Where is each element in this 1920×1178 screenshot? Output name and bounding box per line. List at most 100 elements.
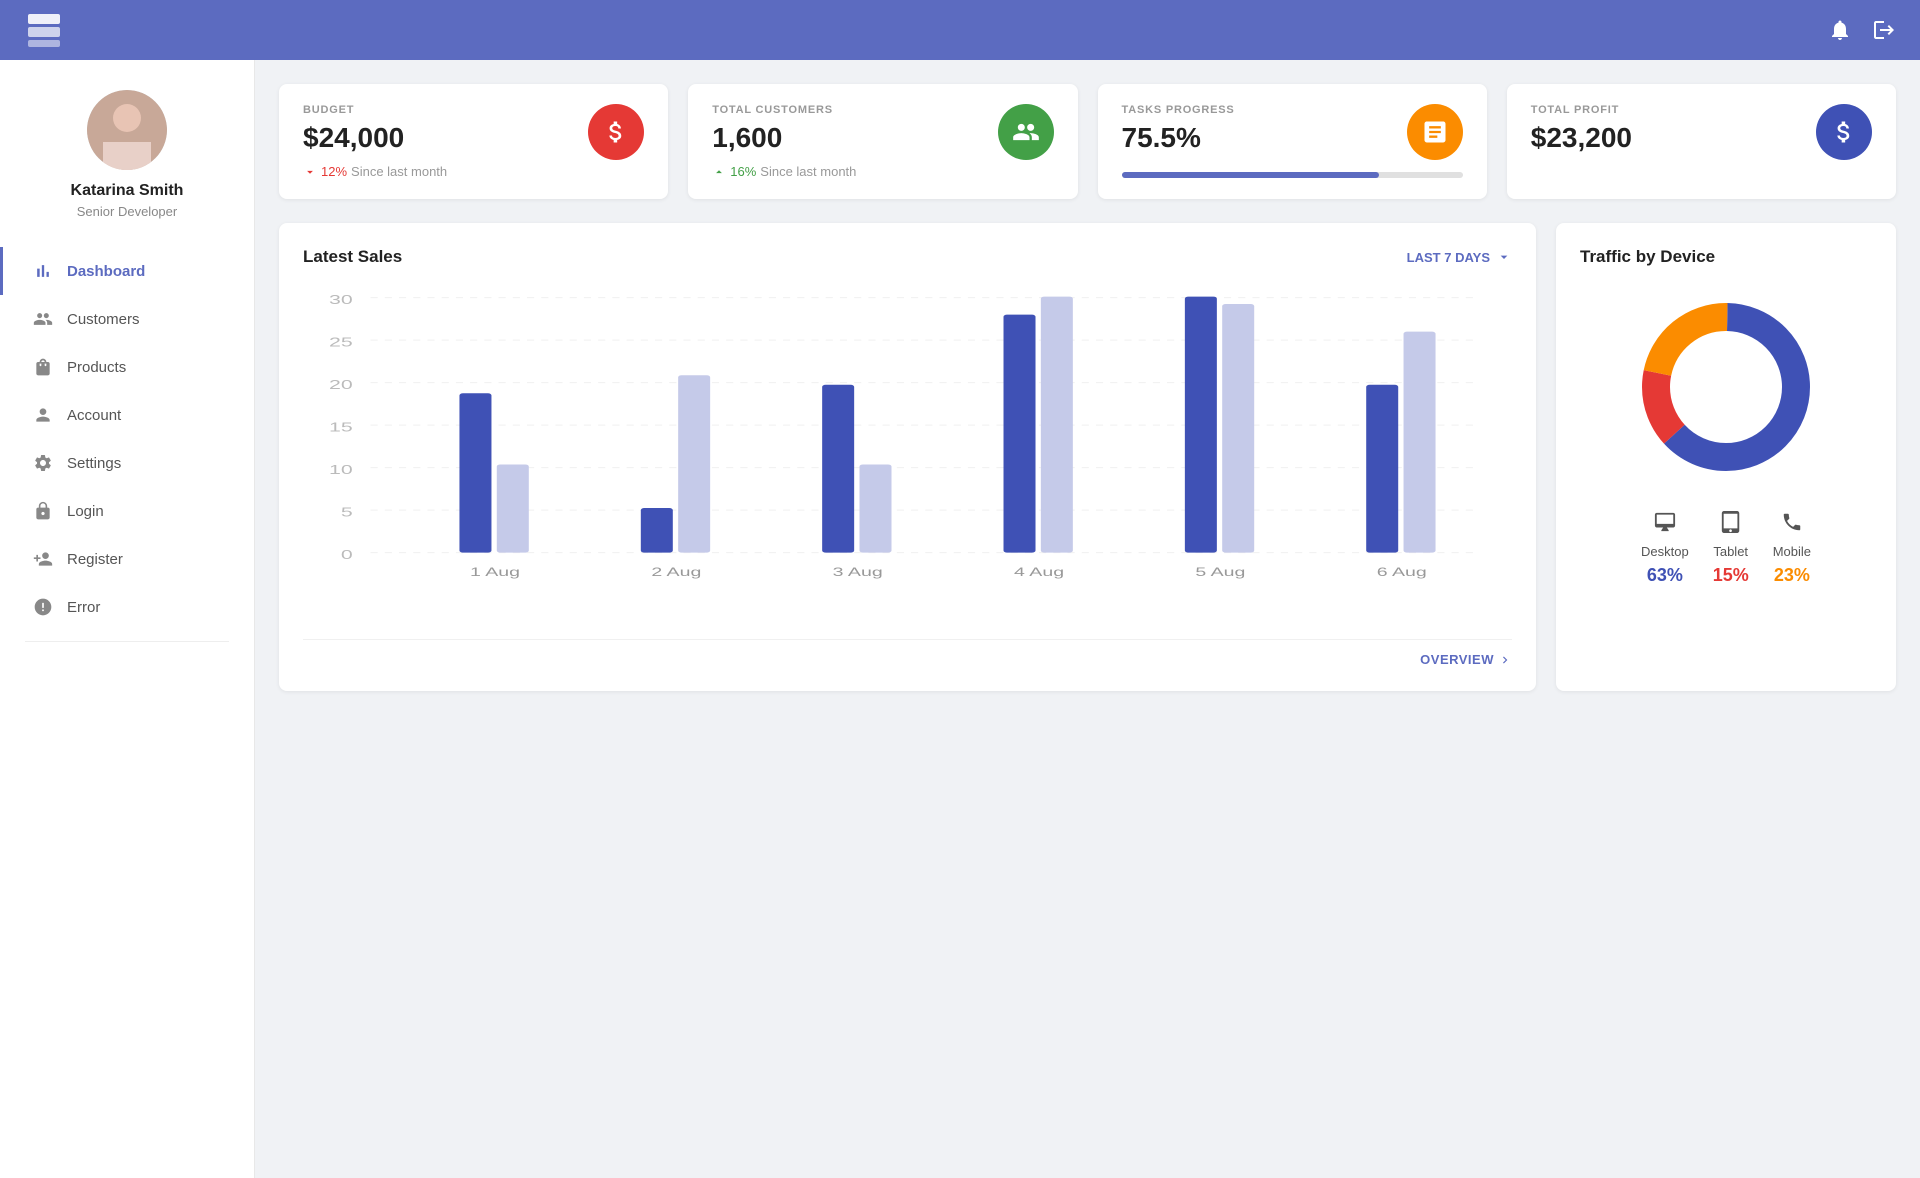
overview-link[interactable]: OVERVIEW — [1420, 652, 1512, 667]
sidebar-item-settings[interactable]: Settings — [0, 439, 254, 487]
svg-text:5 Aug: 5 Aug — [1195, 566, 1245, 579]
legend-mobile: Mobile 23% — [1773, 511, 1811, 586]
customers-label: TOTAL CUSTOMERS — [712, 104, 833, 116]
desktop-icon-svg — [1654, 511, 1676, 533]
bar-1-main — [459, 393, 491, 552]
stat-card-tasks-info: TASKS PROGRESS 75.5% — [1122, 104, 1235, 164]
notification-icon[interactable] — [1828, 18, 1852, 42]
shopping-bag-icon — [33, 357, 53, 377]
overview-label: OVERVIEW — [1420, 652, 1494, 667]
budget-value: $24,000 — [303, 122, 404, 154]
sidebar-item-customers[interactable]: Customers — [0, 295, 254, 343]
sidebar-item-error[interactable]: Error — [0, 583, 254, 631]
stat-card-customers: TOTAL CUSTOMERS 1,600 16% Since last mon… — [688, 84, 1077, 199]
customers-value: 1,600 — [712, 122, 833, 154]
stat-card-tasks: TASKS PROGRESS 75.5% — [1098, 84, 1487, 199]
bar-4-secondary — [1041, 297, 1073, 553]
traffic-card: Traffic by Device — [1556, 223, 1896, 691]
person-icon — [33, 405, 53, 425]
sidebar-item-dashboard[interactable]: Dashboard — [0, 247, 254, 295]
sidebar-item-register-label: Register — [67, 551, 123, 568]
budget-change: 12% Since last month — [303, 164, 644, 179]
budget-change-pct: 12% — [321, 164, 347, 179]
customers-change: 16% Since last month — [712, 164, 1053, 179]
svg-text:25: 25 — [329, 335, 353, 350]
bar-6-secondary — [1404, 332, 1436, 553]
bar-3-secondary — [859, 464, 891, 552]
donut-chart — [1626, 287, 1826, 487]
bar-2-main — [641, 508, 673, 553]
bar-5-secondary — [1222, 304, 1254, 553]
bottom-row: Latest Sales LAST 7 DAYS 30 25 20 — [279, 223, 1896, 691]
desktop-icon — [1654, 511, 1676, 538]
legend-desktop: Desktop 63% — [1641, 511, 1689, 586]
mobile-icon-svg — [1781, 511, 1803, 533]
logo-icon — [24, 10, 64, 50]
desktop-pct: 63% — [1647, 565, 1683, 586]
sidebar-item-products-label: Products — [67, 359, 126, 376]
tasks-progress-fill — [1122, 172, 1380, 178]
desktop-label: Desktop — [1641, 544, 1689, 559]
navbar — [0, 0, 1920, 60]
legend-tablet: Tablet 15% — [1713, 511, 1749, 586]
layout: Katarina Smith Senior Developer Dashboar… — [0, 60, 1920, 1178]
tablet-icon — [1720, 511, 1742, 538]
tablet-pct: 15% — [1713, 565, 1749, 586]
svg-text:15: 15 — [329, 420, 353, 435]
stat-card-tasks-header: TASKS PROGRESS 75.5% — [1122, 104, 1463, 164]
sidebar-item-account[interactable]: Account — [0, 391, 254, 439]
tasks-progress-bar — [1122, 172, 1463, 178]
bar-1-secondary — [497, 464, 529, 552]
up-arrow-icon — [712, 165, 726, 179]
stat-card-profit-info: TOTAL PROFIT $23,200 — [1531, 104, 1632, 164]
customers-change-label: Since last month — [760, 164, 856, 179]
chart-filter[interactable]: LAST 7 DAYS — [1407, 249, 1512, 265]
profit-icon — [1816, 104, 1872, 160]
donut-svg — [1626, 287, 1826, 487]
tasks-value: 75.5% — [1122, 122, 1235, 154]
chevron-right-icon — [1498, 653, 1512, 667]
traffic-legend: Desktop 63% Tablet 15% — [1641, 511, 1811, 586]
mobile-pct: 23% — [1774, 565, 1810, 586]
tablet-icon-svg — [1720, 511, 1742, 533]
chart-footer: OVERVIEW — [303, 639, 1512, 667]
stat-card-profit: TOTAL PROFIT $23,200 — [1507, 84, 1896, 199]
user-name: Katarina Smith — [71, 182, 184, 200]
sidebar-item-login-label: Login — [67, 503, 104, 520]
user-role: Senior Developer — [77, 204, 177, 219]
main-content: BUDGET $24,000 12% Since last month — [255, 60, 1920, 1178]
svg-text:6 Aug: 6 Aug — [1377, 566, 1427, 579]
tasks-progress-bg — [1122, 172, 1463, 178]
logout-icon[interactable] — [1872, 18, 1896, 42]
budget-label: BUDGET — [303, 104, 404, 116]
sidebar-item-error-label: Error — [67, 599, 100, 616]
bar-2-secondary — [678, 375, 710, 552]
svg-text:2 Aug: 2 Aug — [651, 566, 701, 579]
stat-card-budget: BUDGET $24,000 12% Since last month — [279, 84, 668, 199]
navbar-logo — [24, 10, 64, 50]
svg-text:3 Aug: 3 Aug — [833, 566, 883, 579]
sidebar-item-settings-label: Settings — [67, 455, 121, 472]
chevron-down-icon — [1496, 249, 1512, 265]
bar-6-main — [1366, 385, 1398, 553]
svg-text:4 Aug: 4 Aug — [1014, 566, 1064, 579]
sidebar-item-account-label: Account — [67, 407, 121, 424]
sidebar-item-register[interactable]: Register — [0, 535, 254, 583]
sidebar-item-login[interactable]: Login — [0, 487, 254, 535]
sidebar-item-products[interactable]: Products — [0, 343, 254, 391]
stat-card-customers-info: TOTAL CUSTOMERS 1,600 — [712, 104, 833, 164]
budget-change-label: Since last month — [351, 164, 447, 179]
people-icon — [33, 309, 53, 329]
svg-text:1 Aug: 1 Aug — [470, 566, 520, 579]
nav-menu: Dashboard Customers Products — [0, 247, 254, 631]
avatar — [87, 90, 167, 170]
tasks-label: TASKS PROGRESS — [1122, 104, 1235, 116]
sidebar-item-customers-label: Customers — [67, 311, 140, 328]
profit-value: $23,200 — [1531, 122, 1632, 154]
stat-card-profit-header: TOTAL PROFIT $23,200 — [1531, 104, 1872, 164]
svg-text:0: 0 — [341, 547, 353, 562]
down-arrow-icon — [303, 165, 317, 179]
svg-text:5: 5 — [341, 505, 353, 520]
chart-filter-label: LAST 7 DAYS — [1407, 250, 1490, 265]
stat-cards: BUDGET $24,000 12% Since last month — [279, 84, 1896, 199]
